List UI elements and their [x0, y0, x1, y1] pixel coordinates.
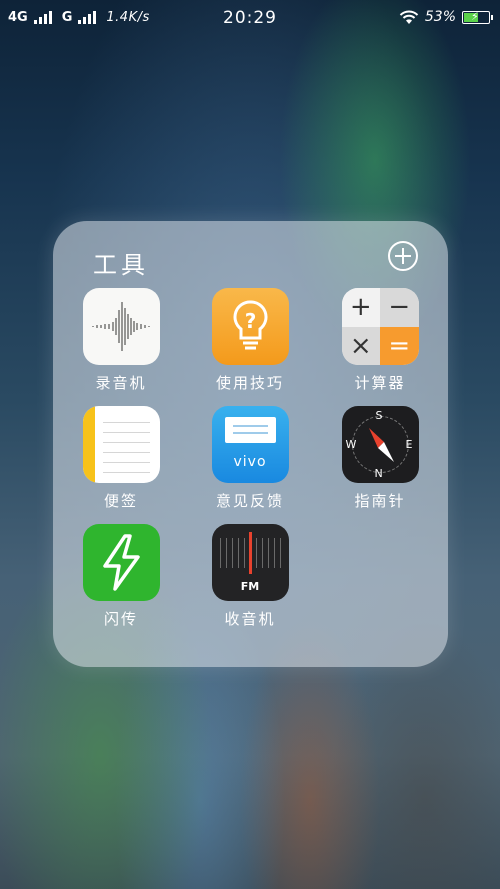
app-feedback[interactable]: vivo 意见反馈: [195, 406, 305, 511]
calculator-icon: + − × =: [341, 288, 419, 365]
app-label: 指南针: [354, 492, 406, 510]
app-recorder[interactable]: 录音机: [66, 288, 176, 393]
app-radio[interactable]: FM 收音机: [195, 524, 305, 629]
battery-icon: ⚡: [462, 9, 493, 24]
svg-text:?: ?: [244, 309, 256, 333]
charging-icon: ⚡: [471, 9, 479, 23]
app-label: 录音机: [95, 374, 147, 392]
app-label: 意见反馈: [215, 492, 284, 510]
app-label: 计算器: [354, 374, 406, 392]
vivo-logo: vivo: [233, 454, 267, 470]
fm-label: FM: [240, 580, 260, 593]
status-right: 53% ⚡: [399, 9, 493, 25]
lightbulb-icon: ?: [211, 288, 289, 365]
compass-icon: S N W E: [341, 406, 419, 483]
equals-icon: =: [380, 326, 419, 365]
app-label: 收音机: [224, 610, 276, 628]
app-notes[interactable]: 便签: [66, 406, 176, 511]
waveform-graphic: [92, 302, 149, 351]
battery-percent: 53%: [424, 9, 456, 25]
plus-icon: +: [341, 288, 380, 327]
flash-icon: [82, 524, 160, 601]
radio-icon: FM: [211, 524, 289, 601]
add-app-button[interactable]: [388, 241, 418, 271]
wifi-icon: [399, 10, 419, 24]
recorder-icon: [82, 288, 160, 365]
app-folder: 工具 录音机 ? 使用技巧 + − × = 计算器 便签 vivo 意见反馈 S…: [53, 221, 448, 667]
minus-icon: −: [380, 288, 419, 327]
status-bar: 4G G 1.4K/s 20:29 53% ⚡: [0, 0, 500, 38]
app-label: 闪传: [103, 610, 138, 628]
multiply-icon: ×: [341, 326, 380, 365]
app-flash-transfer[interactable]: 闪传: [66, 524, 176, 629]
feedback-icon: vivo: [211, 406, 289, 483]
app-compass[interactable]: S N W E 指南针: [325, 406, 435, 511]
notes-icon: [82, 406, 160, 483]
app-label: 便签: [103, 492, 138, 510]
app-tips[interactable]: ? 使用技巧: [195, 288, 305, 393]
compass-needle: [368, 428, 394, 462]
folder-title[interactable]: 工具: [93, 245, 149, 280]
app-calculator[interactable]: + − × = 计算器: [325, 288, 435, 393]
app-label: 使用技巧: [215, 374, 284, 392]
